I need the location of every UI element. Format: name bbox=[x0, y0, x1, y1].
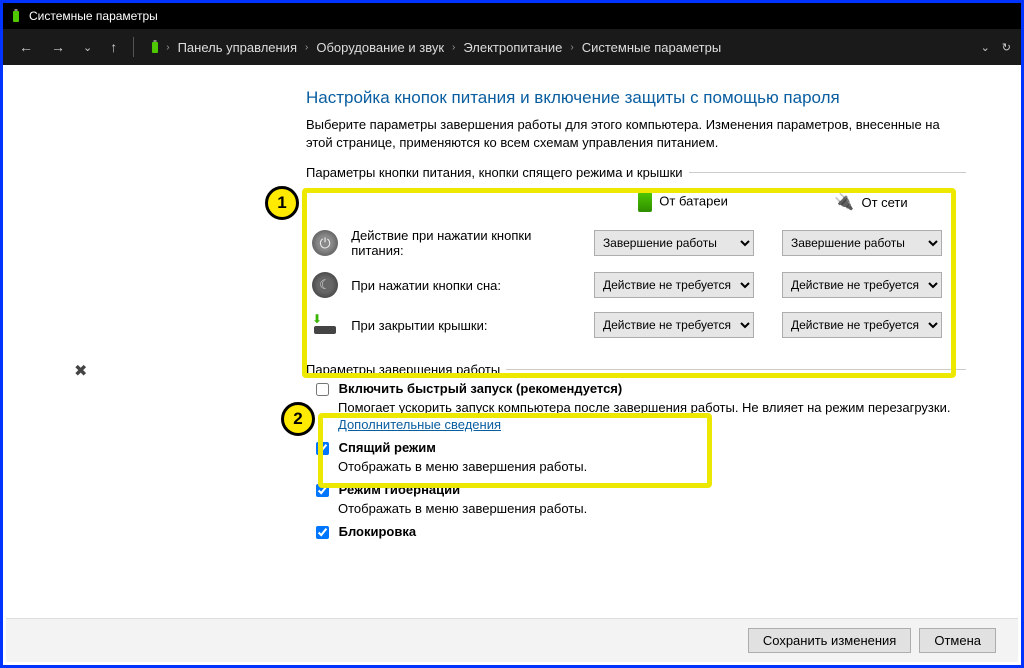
battery-app-icon bbox=[9, 9, 23, 23]
footer: Сохранить изменения Отмена bbox=[6, 618, 1018, 662]
bc-seg-1[interactable]: Оборудование и звук bbox=[312, 37, 448, 58]
toolbar: ← → ⌄ ↑ › Панель управления › Оборудован… bbox=[3, 29, 1021, 65]
address-dropdown[interactable]: ⌄ bbox=[981, 41, 990, 54]
chevron-right-icon: › bbox=[450, 42, 457, 53]
bc-seg-0[interactable]: Панель управления bbox=[174, 37, 301, 58]
lock-checkbox[interactable] bbox=[316, 526, 329, 539]
fast-start-checkbox[interactable] bbox=[316, 383, 329, 396]
hiber-desc: Отображать в меню завершения работы. bbox=[338, 501, 966, 518]
save-button[interactable]: Сохранить изменения bbox=[748, 628, 912, 653]
cancel-button[interactable]: Отмена bbox=[919, 628, 996, 653]
nav-forward[interactable]: → bbox=[45, 37, 71, 57]
lock-label: Блокировка bbox=[339, 524, 416, 539]
annotation-highlight-1 bbox=[302, 188, 956, 378]
chevron-right-icon: › bbox=[568, 42, 575, 53]
page-subtext: Выберите параметры завершения работы для… bbox=[306, 116, 966, 151]
chevron-right-icon: › bbox=[164, 42, 171, 53]
breadcrumb: › Панель управления › Оборудование и зву… bbox=[148, 37, 974, 58]
nav-recent[interactable]: ⌄ bbox=[77, 39, 98, 56]
titlebar: Системные параметры bbox=[3, 3, 1021, 29]
button-settings-legend: Параметры кнопки питания, кнопки спящего… bbox=[306, 165, 689, 180]
nav-back[interactable]: ← bbox=[13, 37, 39, 57]
fast-start-label: Включить быстрый запуск (рекомендуется) bbox=[339, 381, 623, 396]
chevron-right-icon: › bbox=[303, 42, 310, 53]
annotation-badge-1: 1 bbox=[265, 186, 299, 220]
page-title: Настройка кнопок питания и включение защ… bbox=[306, 88, 966, 108]
bc-seg-3[interactable]: Системные параметры bbox=[578, 37, 725, 58]
annotation-highlight-2 bbox=[318, 413, 712, 488]
battery-icon bbox=[148, 40, 162, 54]
cursor-icon: ✖ bbox=[74, 361, 87, 381]
refresh-icon[interactable]: ↻ bbox=[1002, 41, 1011, 54]
bc-seg-2[interactable]: Электропитание bbox=[459, 37, 566, 58]
annotation-badge-2: 2 bbox=[281, 402, 315, 436]
window-title: Системные параметры bbox=[29, 9, 158, 23]
nav-up[interactable]: ↑ bbox=[104, 37, 123, 57]
